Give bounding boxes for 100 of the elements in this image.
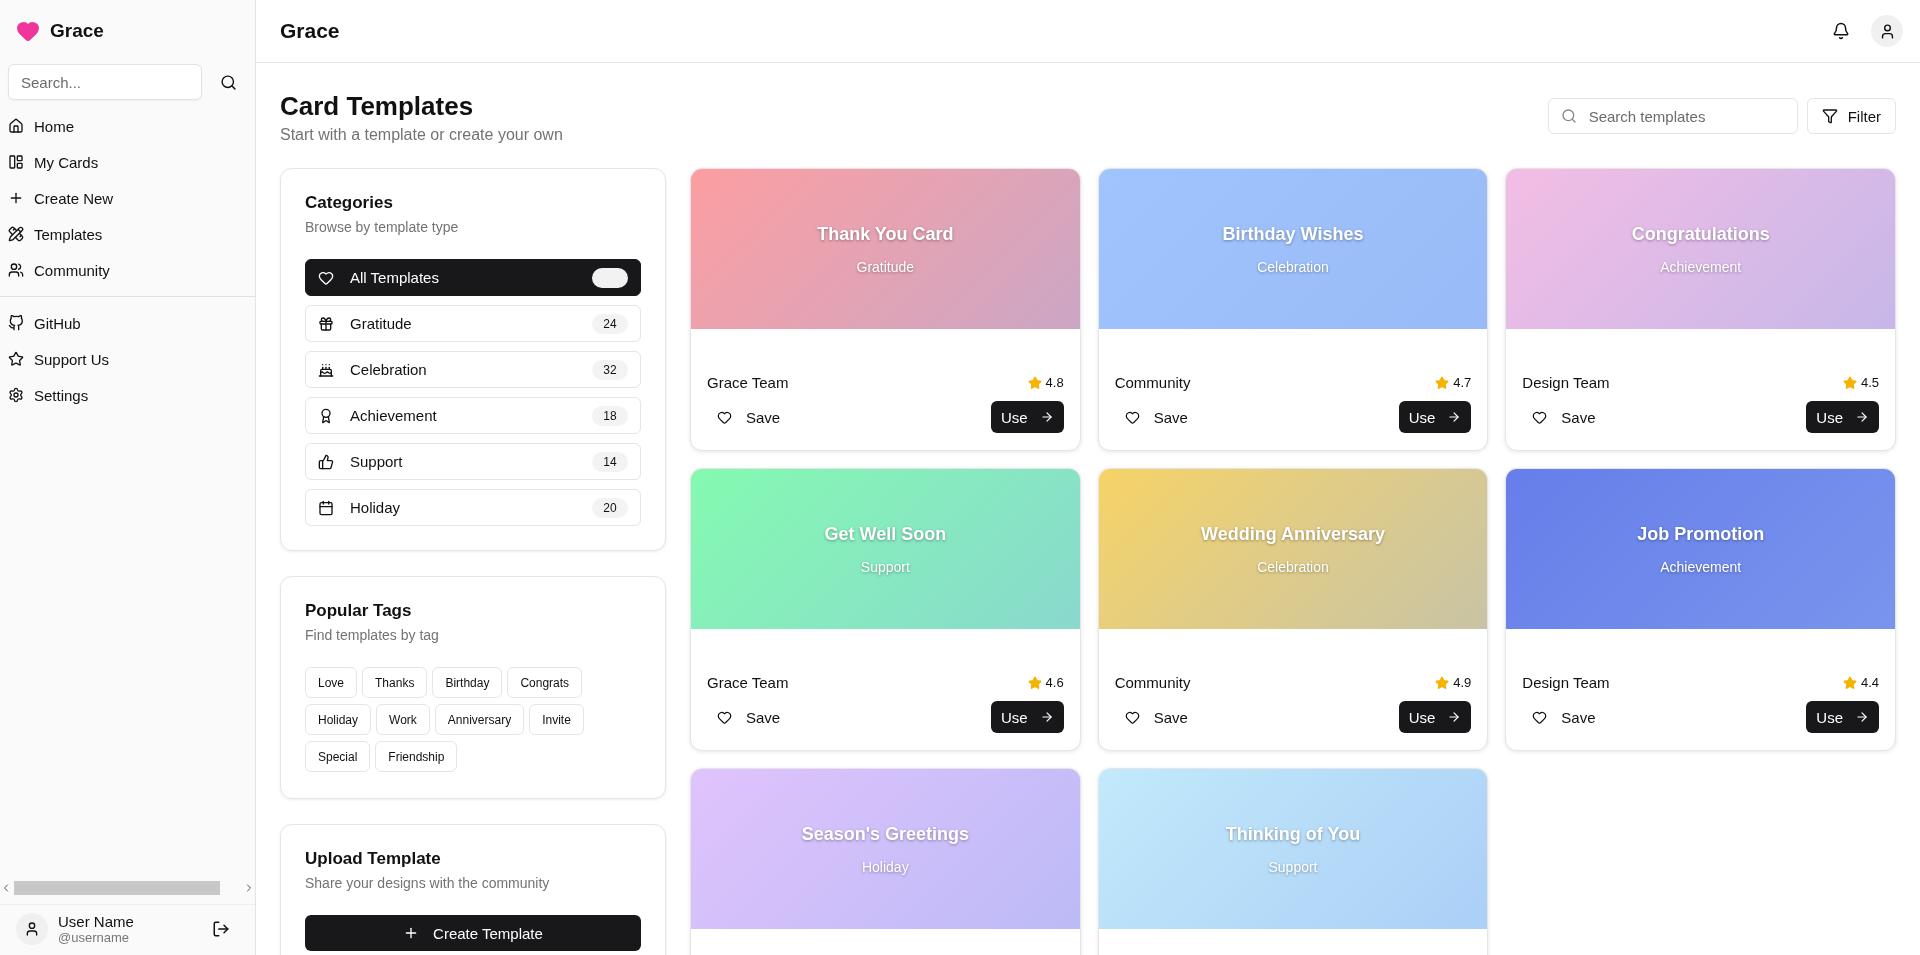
card-rating: 4.6 — [1027, 675, 1064, 690]
card-title: Thinking of You — [1225, 823, 1361, 845]
home-icon — [8, 118, 24, 134]
card-title: Season's Greetings — [801, 823, 969, 845]
arrow-right-icon — [1039, 410, 1054, 424]
panel-subtitle: Share your designs with the community — [305, 875, 551, 891]
tag-chip[interactable]: Anniversary — [434, 704, 525, 735]
category-item[interactable]: Achievement 18 — [305, 397, 641, 434]
card-rating: 4.8 — [1027, 375, 1064, 390]
count-badge: 14 — [592, 451, 628, 472]
layout-icon — [8, 154, 24, 170]
filter-button[interactable]: Filter — [1806, 98, 1896, 134]
pencil-ruler-icon — [8, 226, 24, 242]
tag-chip[interactable]: Invite — [529, 704, 584, 735]
create-template-button[interactable]: Create Template — [305, 915, 641, 951]
tag-chip[interactable]: Special — [305, 741, 371, 772]
logout-icon — [212, 920, 230, 938]
nav-item[interactable]: Templates — [0, 216, 255, 252]
category-item[interactable]: Holiday 20 — [305, 489, 641, 526]
count-badge: 24 — [592, 313, 628, 334]
use-button[interactable]: Use — [1806, 701, 1879, 733]
header-title: Grace — [280, 19, 341, 43]
brand-name: Grace — [50, 20, 104, 42]
arrow-right-icon — [1447, 410, 1462, 424]
star-icon — [1435, 375, 1450, 390]
nav-item[interactable]: Community — [0, 252, 255, 288]
category-item[interactable]: Support 14 — [305, 443, 641, 480]
card-title: Thank You Card — [817, 223, 954, 245]
save-button[interactable]: Save — [1522, 701, 1606, 733]
card-author: Design Team — [1522, 674, 1610, 691]
heart-icon — [1124, 709, 1140, 725]
nav-item[interactable]: Support Us — [0, 341, 255, 377]
cake-icon — [318, 361, 334, 378]
user-handle: @username — [58, 930, 130, 945]
tag-chip[interactable]: Congrats — [507, 667, 583, 698]
heart-icon — [1532, 709, 1548, 725]
heart-logo-icon — [16, 19, 40, 43]
template-card[interactable]: Wedding Anniversary Celebration Community 4.9 Save Use — [1097, 468, 1489, 751]
heart-icon — [318, 269, 334, 286]
page-subtitle: Start with a template or create your own — [280, 126, 563, 144]
search-icon — [219, 73, 237, 91]
category-item[interactable]: All Templates — [305, 259, 641, 296]
card-title: Wedding Anniversary — [1200, 523, 1385, 545]
card-title: Get Well Soon — [824, 523, 947, 545]
settings-icon — [8, 387, 24, 403]
tag-chip[interactable]: Holiday — [305, 704, 372, 735]
card-rating: 4.9 — [1435, 675, 1472, 690]
use-button[interactable]: Use — [990, 401, 1064, 433]
card-title: Congratulations — [1631, 223, 1770, 245]
card-category: Celebration — [1257, 258, 1329, 275]
use-button[interactable]: Use — [1398, 401, 1472, 433]
template-search-field[interactable]: Search templates — [1547, 98, 1798, 134]
save-button[interactable]: Save — [1114, 701, 1198, 733]
use-button[interactable]: Use — [1398, 701, 1472, 733]
save-button[interactable]: Save — [707, 401, 791, 433]
search-field[interactable]: Search... — [8, 64, 202, 100]
category-item[interactable]: Gratitude 24 — [305, 305, 641, 342]
tag-chip[interactable]: Thanks — [362, 667, 428, 698]
tag-chip[interactable]: Work — [376, 704, 430, 735]
page-title: Card Templates — [280, 91, 475, 122]
use-button[interactable]: Use — [990, 701, 1064, 733]
nav-item[interactable]: My Cards — [0, 144, 255, 180]
card-author: Grace Team — [707, 674, 789, 691]
save-button[interactable]: Save — [1522, 401, 1606, 433]
nav-item[interactable]: Settings — [0, 377, 255, 413]
template-card[interactable]: Birthday Wishes Celebration Community 4.7 Save Use — [1097, 168, 1489, 451]
arrow-right-icon — [1039, 710, 1054, 724]
save-button[interactable]: Save — [1114, 401, 1198, 433]
category-item[interactable]: Celebration 32 — [305, 351, 641, 388]
template-card[interactable]: Job Promotion Achievement Design Team 4.4 Save Use — [1505, 468, 1896, 751]
star-icon — [1435, 675, 1450, 690]
template-card[interactable]: Get Well Soon Support Grace Team 4.6 Save Use — [690, 468, 1081, 751]
github-icon — [8, 315, 24, 331]
star-icon — [8, 351, 24, 367]
arrow-right-icon — [1855, 410, 1869, 424]
nav-item[interactable]: GitHub — [0, 305, 255, 341]
card-author: Grace Team — [707, 374, 789, 391]
card-category: Achievement — [1660, 258, 1742, 275]
profile-button[interactable] — [1871, 15, 1903, 47]
calendar-icon — [318, 499, 334, 516]
tag-chip[interactable]: Love — [305, 667, 358, 698]
template-card[interactable]: Congratulations Achievement Design Team 4.5 Save Use — [1505, 168, 1896, 451]
person-icon — [24, 921, 40, 937]
nav-item[interactable]: Create New — [0, 180, 255, 216]
save-button[interactable]: Save — [707, 701, 791, 733]
card-category: Holiday — [861, 858, 909, 875]
card-author: Community — [1114, 374, 1191, 391]
card-rating: 4.5 — [1842, 375, 1879, 390]
arrow-right-icon — [1447, 710, 1462, 724]
star-icon — [1842, 375, 1857, 390]
use-button[interactable]: Use — [1806, 401, 1879, 433]
card-category: Achievement — [1660, 558, 1742, 575]
count-badge: 20 — [592, 497, 628, 518]
card-rating: 4.4 — [1842, 675, 1879, 690]
card-category: Celebration — [1257, 558, 1329, 575]
nav-item[interactable]: Home — [0, 108, 255, 144]
ribbon-icon — [318, 407, 334, 424]
tag-chip[interactable]: Birthday — [432, 667, 503, 698]
template-card[interactable]: Thank You Card Gratitude Grace Team 4.8 Save Use — [690, 168, 1081, 451]
tag-chip[interactable]: Friendship — [375, 741, 458, 772]
